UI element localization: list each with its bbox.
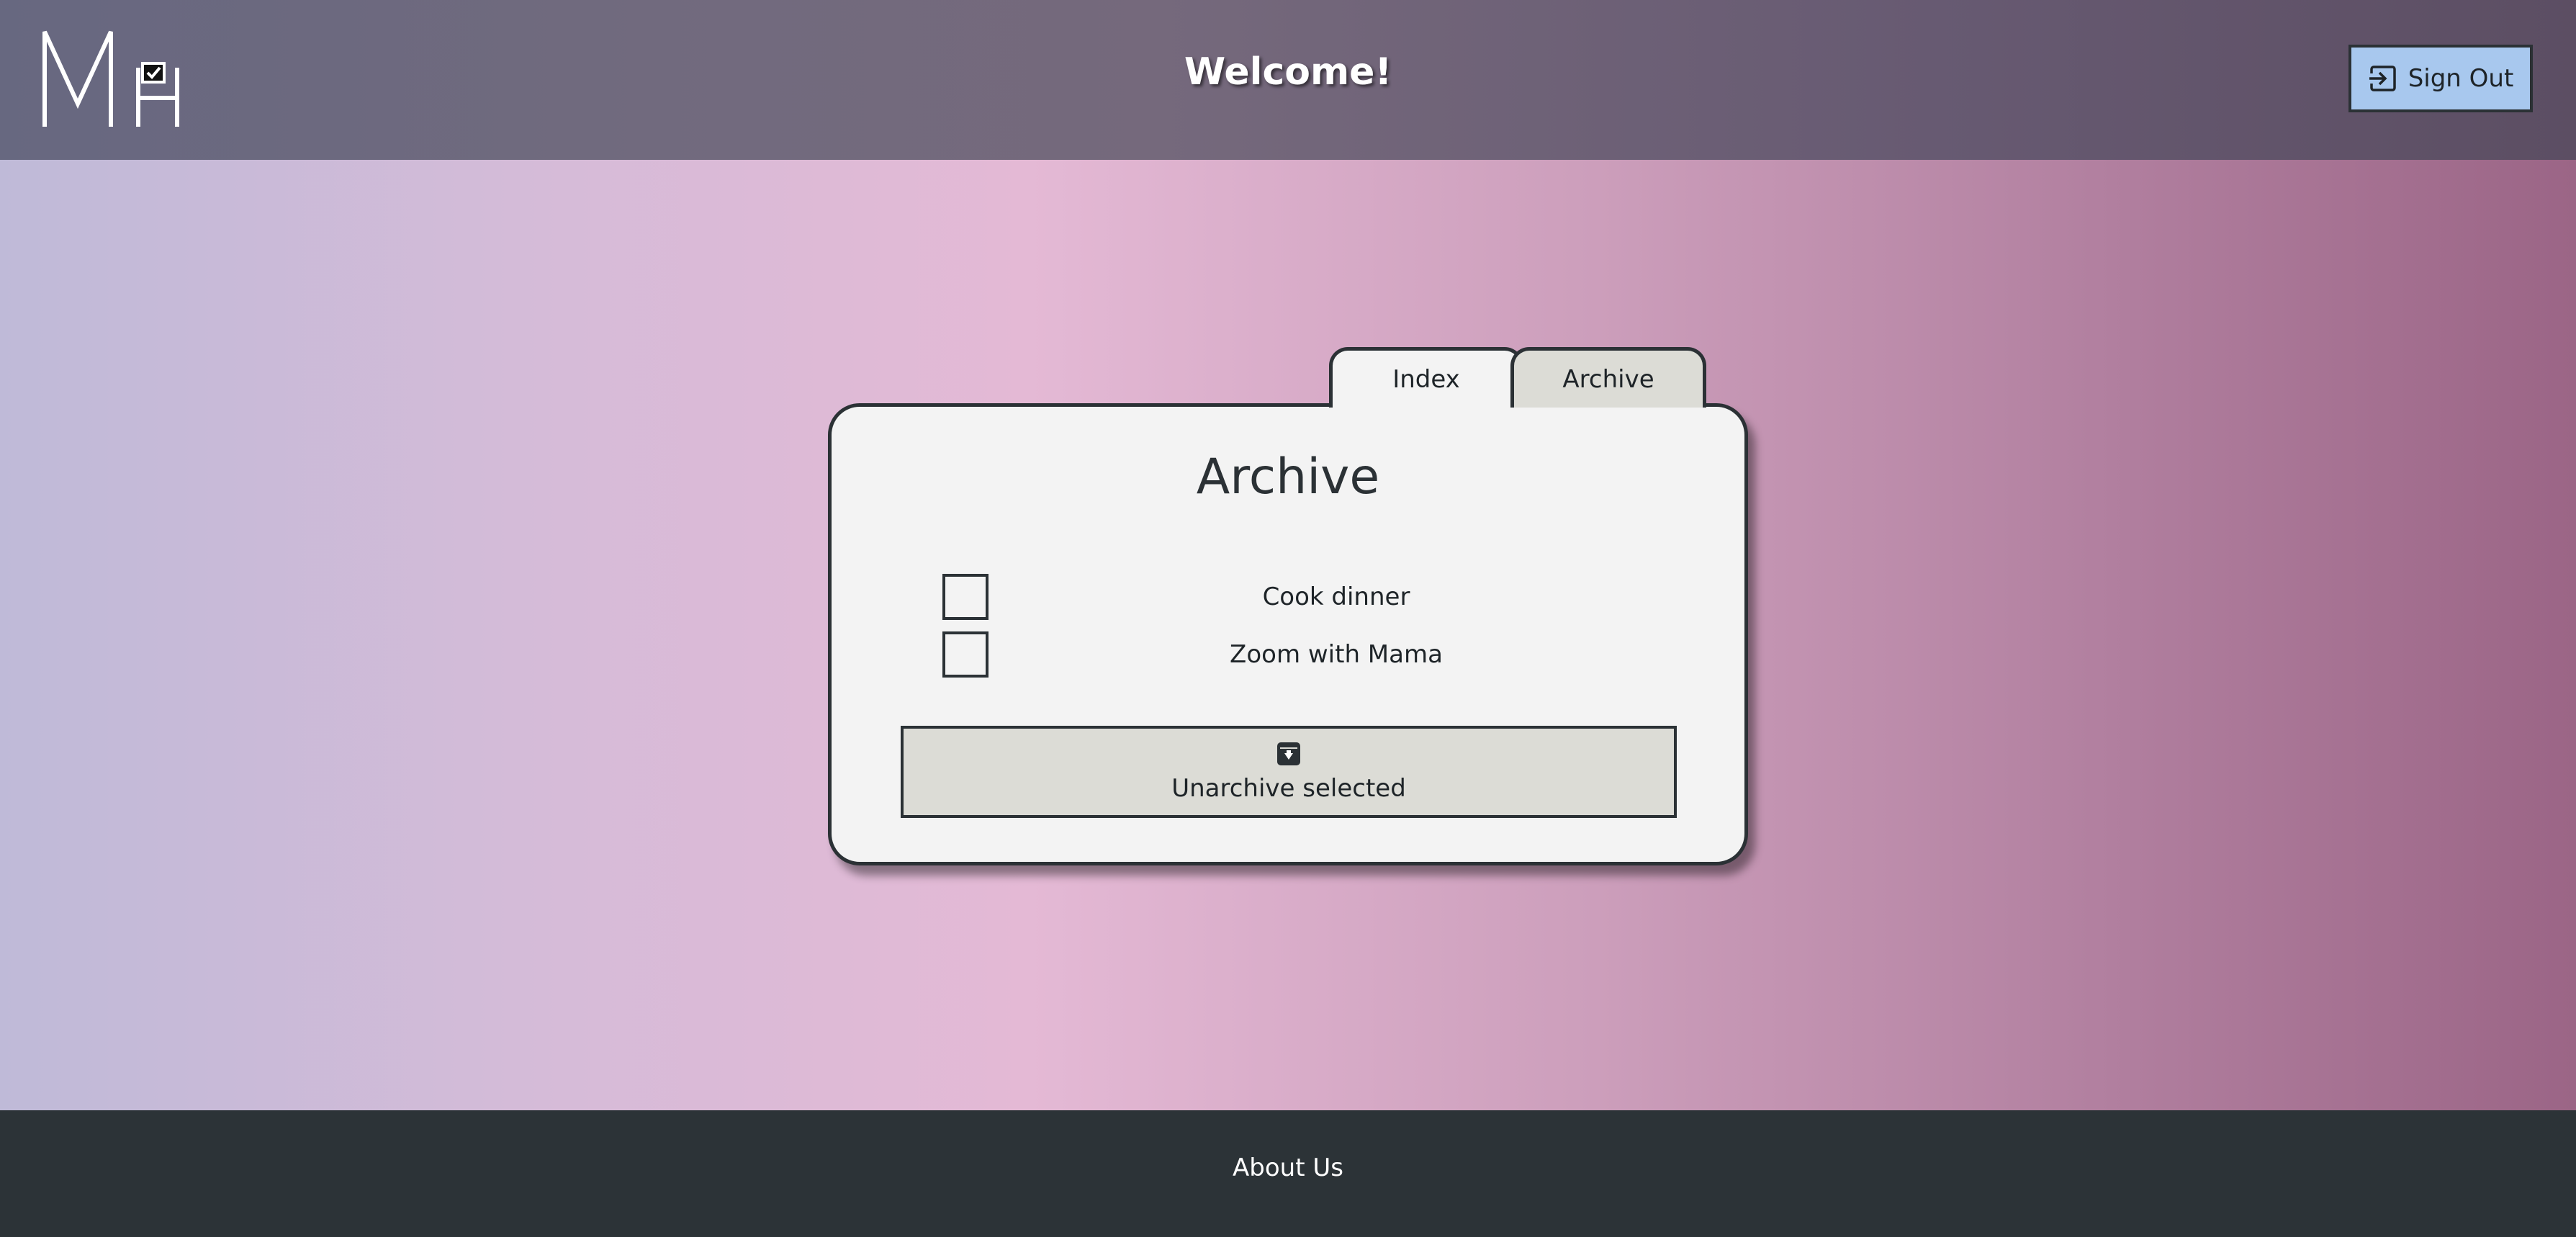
list-item: Cook dinner	[832, 574, 1744, 621]
unarchive-label: Unarchive selected	[1171, 774, 1406, 803]
item-label: Zoom with Mama	[1230, 640, 1443, 669]
sign-out-button[interactable]: Sign Out	[2348, 45, 2533, 112]
sign-out-icon	[2367, 66, 2396, 91]
item-label: Cook dinner	[1262, 582, 1410, 611]
unarchive-selected-button[interactable]: Unarchive selected	[901, 726, 1677, 818]
item-checkbox[interactable]	[942, 574, 988, 620]
tab-index[interactable]: Index	[1329, 347, 1523, 408]
header: Welcome! Sign Out	[0, 0, 2576, 160]
tab-index-label: Index	[1392, 364, 1460, 394]
list-item: Zoom with Mama	[832, 631, 1744, 679]
tab-archive-label: Archive	[1562, 364, 1654, 394]
page: Welcome! Sign Out Index Archive Archive …	[0, 0, 2576, 1237]
about-us-link[interactable]: About Us	[0, 1153, 2576, 1182]
unarchive-icon	[1277, 742, 1300, 765]
tab-archive[interactable]: Archive	[1510, 347, 1706, 408]
sign-out-label: Sign Out	[2408, 64, 2514, 93]
archive-card: Archive Cook dinner Zoom with Mama Unarc…	[828, 403, 1748, 865]
welcome-heading: Welcome!	[1184, 50, 1392, 94]
item-checkbox[interactable]	[942, 631, 988, 678]
footer: About Us	[0, 1110, 2576, 1237]
card-title: Archive	[1196, 449, 1380, 505]
